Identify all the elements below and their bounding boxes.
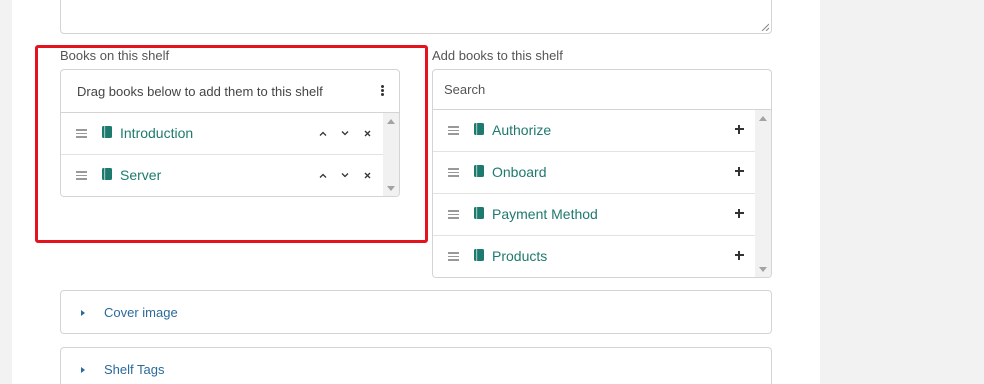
shelf-list-scrollbar[interactable] <box>383 113 399 196</box>
shelf-book-row[interactable]: Introduction <box>61 113 383 155</box>
add-list-scrollbar[interactable] <box>755 110 771 277</box>
move-down-icon[interactable] <box>338 125 352 141</box>
more-options-icon[interactable] <box>379 84 385 98</box>
remove-icon[interactable] <box>360 125 374 141</box>
add-book-icon[interactable] <box>733 123 745 135</box>
add-book-icon[interactable] <box>733 207 745 219</box>
shelf-tags-label[interactable]: Shelf Tags <box>104 362 164 378</box>
remove-icon[interactable] <box>360 167 374 183</box>
move-down-icon[interactable] <box>338 167 352 183</box>
add-books-list: Search Authorize Onboard Payment Method … <box>432 69 772 278</box>
available-book-title[interactable]: Authorize <box>492 122 551 138</box>
drag-handle-icon[interactable] <box>76 171 87 180</box>
scroll-up-icon[interactable] <box>387 119 395 124</box>
available-book-row[interactable]: Authorize <box>433 110 755 152</box>
available-book-row[interactable]: Onboard <box>433 152 755 194</box>
description-textarea[interactable] <box>60 0 772 34</box>
shelf-books-list: Drag books below to add them to this she… <box>60 69 400 197</box>
book-icon <box>102 168 112 180</box>
book-icon <box>474 123 484 135</box>
book-icon <box>474 165 484 177</box>
add-book-icon[interactable] <box>733 165 745 177</box>
expand-triangle-icon[interactable] <box>81 367 85 373</box>
available-book-title[interactable]: Products <box>492 248 547 264</box>
book-icon <box>474 249 484 261</box>
shelf-tags-section[interactable]: Shelf Tags <box>60 347 772 384</box>
drag-handle-icon[interactable] <box>448 210 459 219</box>
shelf-book-title[interactable]: Server <box>120 167 161 183</box>
drag-handle-icon[interactable] <box>448 168 459 177</box>
cover-image-label[interactable]: Cover image <box>104 305 178 321</box>
drag-handle-icon[interactable] <box>448 126 459 135</box>
available-book-row[interactable]: Payment Method <box>433 194 755 236</box>
cover-image-section[interactable]: Cover image <box>60 290 772 334</box>
drag-handle-icon[interactable] <box>76 129 87 138</box>
available-book-row[interactable]: Products <box>433 236 755 277</box>
move-up-icon[interactable] <box>316 125 330 141</box>
move-up-icon[interactable] <box>316 167 330 183</box>
shelf-book-row[interactable]: Server <box>61 155 383 196</box>
scroll-up-icon[interactable] <box>759 116 767 121</box>
add-books-label: Add books to this shelf <box>432 48 563 63</box>
resize-grip-icon[interactable] <box>761 23 769 31</box>
book-icon <box>474 207 484 219</box>
search-input[interactable]: Search <box>433 70 771 110</box>
scroll-down-icon[interactable] <box>759 267 767 272</box>
shelf-drag-hint-text: Drag books below to add them to this she… <box>77 83 323 99</box>
add-book-icon[interactable] <box>733 249 745 261</box>
drag-handle-icon[interactable] <box>448 252 459 261</box>
shelf-books-label: Books on this shelf <box>60 48 170 63</box>
expand-triangle-icon[interactable] <box>81 310 85 316</box>
shelf-drag-hint: Drag books below to add them to this she… <box>61 70 399 113</box>
book-icon <box>102 126 112 138</box>
available-book-title[interactable]: Onboard <box>492 164 546 180</box>
available-book-title[interactable]: Payment Method <box>492 206 598 222</box>
shelf-book-title[interactable]: Introduction <box>120 125 193 141</box>
scroll-down-icon[interactable] <box>387 186 395 191</box>
